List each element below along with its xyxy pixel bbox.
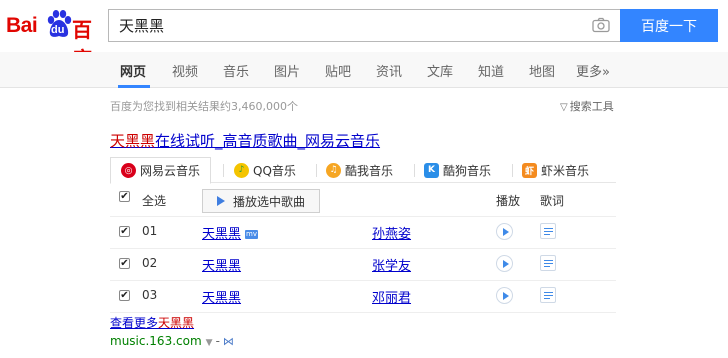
baidu-logo[interactable]: Bai du 百度 — [6, 8, 104, 71]
source-label: 酷狗音乐 — [443, 163, 492, 178]
search-tools[interactable]: ▽ 搜索工具 — [560, 98, 614, 114]
song-row: ✔ 02 天黑黑 张学友 — [110, 247, 616, 281]
song-checkbox[interactable]: ✔ — [119, 258, 130, 269]
song-checkbox[interactable]: ✔ — [119, 226, 130, 237]
search-box — [108, 9, 620, 42]
search-input[interactable] — [109, 10, 569, 41]
tab-images[interactable]: 图片 — [274, 61, 300, 80]
select-all-label: 全选 — [142, 194, 167, 208]
title-rest: 在线试听_高音质歌曲_网易云音乐 — [155, 132, 381, 150]
tab-more[interactable]: 更多» — [576, 61, 610, 80]
source-tab-netease[interactable]: ◎ 网易云音乐 — [110, 157, 212, 184]
filter-icon: ▽ — [560, 102, 568, 113]
tab-zhidao[interactable]: 知道 — [478, 61, 504, 80]
play-song-button[interactable] — [496, 223, 513, 240]
source-label: QQ音乐 — [253, 163, 296, 178]
title-highlight: 天黑黑 — [110, 132, 156, 150]
search-tabs: 网页 视频 音乐 图片 贴吧 资讯 文库 知道 地图 更多» — [0, 52, 728, 88]
lyric-icon[interactable] — [540, 223, 556, 239]
song-title-link[interactable]: 天黑黑 — [202, 287, 241, 306]
play-song-button[interactable] — [496, 255, 513, 272]
tab-web[interactable]: 网页 — [120, 61, 146, 80]
divider — [512, 164, 513, 177]
tab-wenku[interactable]: 文库 — [427, 61, 453, 80]
song-checkbox[interactable]: ✔ — [119, 290, 130, 301]
mv-icon[interactable]: mv — [245, 230, 259, 239]
kugou-music-icon: K — [424, 162, 439, 178]
song-list-header: ✔ 全选 播放选中歌曲 播放 歌词 — [110, 183, 616, 217]
view-more-link[interactable]: 查看更多天黑黑 — [110, 314, 194, 331]
xiami-music-icon: 虾 — [522, 162, 537, 178]
kuwo-music-icon: ♫ — [326, 162, 341, 178]
qq-music-icon: ♪ — [234, 162, 249, 178]
search-button[interactable]: 百度一下 — [620, 9, 718, 42]
view-more-highlight: 天黑黑 — [158, 316, 195, 330]
camera-icon[interactable] — [592, 17, 610, 33]
play-selected-button[interactable]: 播放选中歌曲 — [202, 189, 320, 213]
tab-video[interactable]: 视频 — [172, 61, 198, 80]
play-song-button[interactable] — [496, 287, 513, 304]
logo-text-du: du — [51, 24, 65, 36]
source-tab-xiami[interactable]: 虾 虾米音乐 — [522, 157, 589, 183]
divider — [414, 164, 415, 177]
tab-news[interactable]: 资讯 — [376, 61, 402, 80]
music-source-tabs: ◎ 网易云音乐 ♪ QQ音乐 ♫ 酷我音乐 K 酷狗音乐 虾 虾米音乐 — [110, 157, 616, 184]
dropdown-arrow-icon[interactable]: ▼ — [206, 338, 213, 348]
view-more-prefix: 查看更多 — [110, 316, 159, 330]
song-row: ✔ 01 天黑黑 mv 孙燕姿 — [110, 215, 616, 249]
source-url: music.163.com ▼ - ⋈ — [110, 334, 234, 348]
source-tab-kuwo[interactable]: ♫ 酷我音乐 — [326, 157, 393, 183]
singer-link[interactable]: 张学友 — [372, 255, 411, 274]
lyric-icon[interactable] — [540, 255, 556, 271]
header: Bai du 百度 百度一下 — [0, 0, 728, 71]
lyric-column-header: 歌词 — [540, 194, 565, 208]
netease-music-icon: ◎ — [121, 163, 136, 178]
source-label: 酷我音乐 — [345, 163, 394, 178]
play-icon — [216, 196, 225, 206]
source-tab-qq[interactable]: ♪ QQ音乐 — [234, 157, 296, 183]
result-count: 百度为您找到相关结果约3,460,000个 — [110, 100, 298, 113]
active-tab-indicator — [118, 85, 150, 88]
search-tools-label: 搜索工具 — [569, 100, 614, 113]
divider — [223, 164, 224, 177]
source-label: 网易云音乐 — [140, 164, 201, 178]
song-title-link[interactable]: 天黑黑 — [202, 255, 241, 274]
song-number: 02 — [142, 256, 158, 270]
tab-music[interactable]: 音乐 — [223, 61, 249, 80]
source-dash: - — [215, 334, 220, 348]
song-title: 天黑黑 — [202, 227, 242, 242]
lyric-icon[interactable] — [540, 287, 556, 303]
source-label: 虾米音乐 — [541, 163, 590, 178]
source-url-text: music.163.com — [110, 334, 202, 348]
song-title-link[interactable]: 天黑黑 mv — [202, 223, 259, 242]
play-column-header: 播放 — [496, 194, 521, 208]
play-selected-label: 播放选中歌曲 — [232, 194, 305, 209]
tab-tieba[interactable]: 贴吧 — [325, 61, 351, 80]
divider — [316, 164, 317, 177]
select-all-checkbox[interactable]: ✔ — [119, 191, 130, 202]
singer-link[interactable]: 孙燕姿 — [372, 223, 411, 242]
trust-icon[interactable]: ⋈ — [223, 335, 234, 348]
singer-link[interactable]: 邓丽君 — [372, 287, 411, 306]
logo-text-bai: Bai — [6, 14, 38, 37]
result-title-link[interactable]: 天黑黑在线试听_高音质歌曲_网易云音乐 — [110, 130, 380, 151]
song-number: 01 — [142, 224, 158, 238]
tab-map[interactable]: 地图 — [529, 61, 555, 80]
song-row: ✔ 03 天黑黑 邓丽君 — [110, 279, 616, 313]
song-number: 03 — [142, 288, 158, 302]
source-tab-kugou[interactable]: K 酷狗音乐 — [424, 157, 491, 183]
